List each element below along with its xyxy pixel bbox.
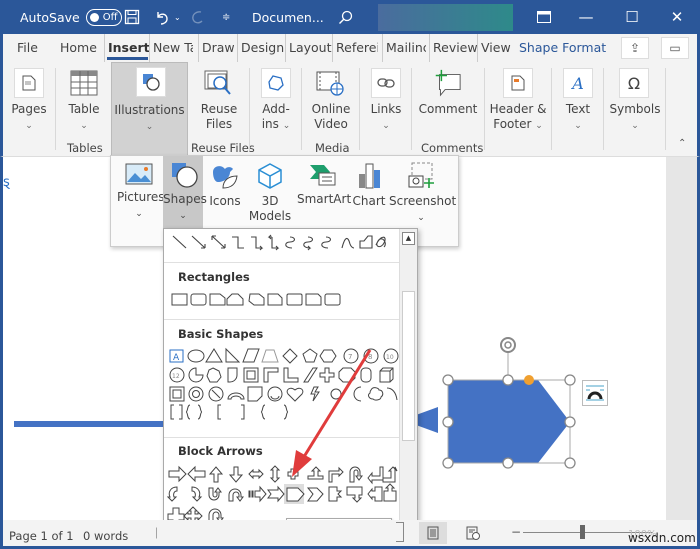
scroll-thumb[interactable] <box>402 291 415 441</box>
autosave-toggle[interactable]: Off <box>85 8 122 26</box>
screenshot-icon <box>408 162 434 188</box>
tab-new-tab[interactable]: New Ta <box>149 34 193 62</box>
account-area[interactable] <box>378 4 513 31</box>
text-box-icon: A <box>563 68 593 98</box>
pages-button[interactable]: Pages ⌄ <box>9 62 49 156</box>
ribbon: Pages ⌄ Table ⌄ Tables Illustrations ⌄ Reus… <box>0 62 700 157</box>
section-basic-shapes: Basic Shapes <box>178 327 264 341</box>
group-label-media: Media <box>315 141 350 155</box>
header-footer-button[interactable]: Header & Footer ⌄ <box>489 62 547 156</box>
line-shape[interactable] <box>14 421 164 427</box>
chart-button[interactable]: Chart <box>351 156 387 228</box>
omega-icon: Ω <box>619 68 649 98</box>
ribbon-display-icon[interactable] <box>537 0 551 34</box>
tab-draw[interactable]: Draw <box>198 34 235 62</box>
adjust-handle[interactable] <box>524 375 534 385</box>
tab-layout[interactable]: Layout <box>285 34 332 62</box>
read-mode-icon[interactable] <box>396 522 404 542</box>
annotation-arrow <box>292 349 372 477</box>
collapse-ribbon-icon[interactable]: ⌃ <box>678 138 686 149</box>
tab-review[interactable]: Review <box>429 34 478 62</box>
scroll-up-icon[interactable]: ▲ <box>402 232 415 245</box>
text-button[interactable]: A Text ⌄ <box>557 62 599 156</box>
comment-icon[interactable]: ▭ <box>661 37 689 59</box>
customize-toolbar-icon[interactable]: ≑ <box>222 0 230 34</box>
share-icon[interactable]: ⇪ <box>621 37 649 59</box>
icons-button[interactable]: Icons <box>205 156 245 228</box>
pages-icon <box>14 68 44 98</box>
3d-cube-icon <box>258 163 282 189</box>
anchor-icon: ȿ <box>3 175 10 190</box>
shape-rectangle <box>171 293 188 306</box>
ribbon-tabs: File Home Insert New Ta Draw Design Layo… <box>0 34 700 62</box>
add-ins-icon <box>261 68 291 98</box>
undo-icon[interactable] <box>154 0 170 34</box>
minimize-icon[interactable]: — <box>563 0 609 34</box>
watermark: wsxdn.com <box>628 531 696 545</box>
web-layout-icon[interactable] <box>459 522 487 544</box>
group-label-tables: Tables <box>67 141 103 155</box>
document-title: Documen... <box>252 9 324 25</box>
search-icon[interactable] <box>338 0 353 34</box>
gallery-scrollbar[interactable]: ▲ <box>399 229 417 548</box>
word-count[interactable]: 0 words <box>83 529 128 543</box>
pentagon-arrow-shape[interactable] <box>448 380 570 463</box>
smartart-button[interactable]: SmartArt <box>297 156 351 228</box>
links-button[interactable]: Links ⌄ <box>365 62 407 156</box>
pictures-icon <box>125 163 153 185</box>
lines-row <box>170 233 402 251</box>
tab-references[interactable]: Referei <box>332 34 378 62</box>
zoom-slider-thumb[interactable] <box>580 525 585 539</box>
screenshot-button[interactable]: Screenshot ⌄ <box>389 156 456 228</box>
status-bar: Page 1 of 1 0 words − 100% <box>0 520 700 549</box>
maximize-icon[interactable]: ☐ <box>609 0 655 34</box>
group-label-comments: Comments <box>421 141 484 155</box>
selected-shape-area <box>416 337 576 469</box>
print-layout-icon[interactable] <box>419 522 447 544</box>
tab-insert[interactable]: Insert <box>104 34 150 62</box>
table-icon <box>69 68 99 98</box>
undo-dropdown-icon[interactable]: ⌄ <box>174 0 181 34</box>
3d-models-button[interactable]: 3DModels ⌄ <box>247 156 293 238</box>
svg-text:12: 12 <box>172 373 180 380</box>
illustrations-button[interactable]: Illustrations ⌄ <box>111 62 188 157</box>
reuse-files-icon <box>203 68 233 98</box>
tab-shape-format[interactable]: Shape Format <box>515 34 606 62</box>
tab-mailings[interactable]: Mailinc <box>382 34 426 62</box>
icons-icon <box>213 166 238 189</box>
shapes-icon <box>172 163 198 188</box>
arrowhead-shape[interactable] <box>416 407 438 433</box>
page-count[interactable]: Page 1 of 1 <box>9 529 74 543</box>
title-bar: AutoSave Off ⌄ ≑ Documen... — ☐ ✕ <box>0 0 700 34</box>
symbols-button[interactable]: Ω Symbols ⌄ <box>607 62 663 156</box>
shapes-button[interactable]: Shapes ⌄ <box>163 156 207 234</box>
tab-view[interactable]: View <box>477 34 511 62</box>
illustrations-icon <box>136 67 166 97</box>
rectangles-row <box>170 292 350 306</box>
svg-text:10: 10 <box>386 354 394 361</box>
tab-file[interactable]: File <box>17 34 38 62</box>
group-label-reuse-files: Reuse Files <box>191 141 255 155</box>
layout-options-icon[interactable] <box>582 380 608 406</box>
autosave-control[interactable]: AutoSave Off <box>20 0 122 34</box>
chart-icon <box>359 163 380 189</box>
tab-home[interactable]: Home <box>60 34 97 62</box>
add-ins-button[interactable]: Add-ins ⌄ <box>255 62 297 156</box>
save-icon[interactable] <box>124 0 140 34</box>
autosave-label: AutoSave <box>20 9 80 25</box>
section-rectangles: Rectangles <box>178 270 250 284</box>
new-comment-icon <box>432 68 462 98</box>
close-icon[interactable]: ✕ <box>654 0 700 34</box>
pictures-button[interactable]: Pictures ⌄ <box>117 156 165 228</box>
zoom-out-button[interactable]: − <box>511 525 521 539</box>
svg-text:A: A <box>173 353 180 363</box>
header-footer-icon <box>503 68 533 98</box>
rotate-handle-icon[interactable] <box>500 337 516 353</box>
section-block-arrows: Block Arrows <box>178 444 263 458</box>
smartart-icon <box>310 165 336 186</box>
online-video-icon <box>315 68 345 98</box>
redo-icon[interactable] <box>190 0 206 34</box>
tab-design[interactable]: Design <box>237 34 284 62</box>
links-icon <box>371 68 401 98</box>
